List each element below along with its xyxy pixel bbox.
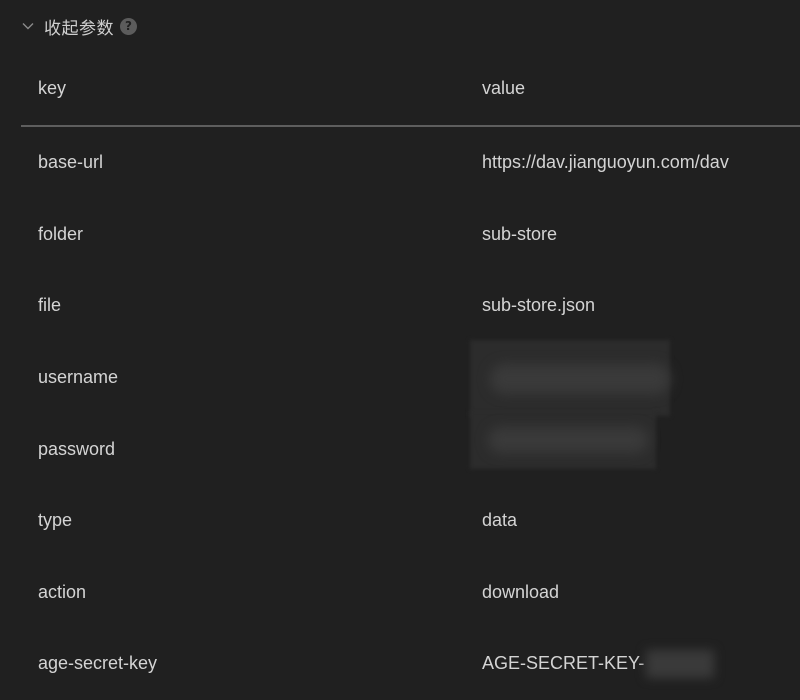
column-header-value: value xyxy=(482,78,526,98)
table-row: username xyxy=(21,339,800,416)
row-key: age-secret-key xyxy=(38,653,158,674)
column-header-key: key xyxy=(38,78,67,98)
secret-key-prefix: AGE-SECRET-KEY- xyxy=(482,653,645,674)
table-row: action download xyxy=(21,557,800,629)
redaction-mask xyxy=(646,649,715,678)
table-row: file sub-store.json xyxy=(21,270,800,342)
row-value: sub-store xyxy=(482,223,558,244)
chevron-down-icon xyxy=(20,18,36,34)
question-circle-icon[interactable]: ? xyxy=(120,17,137,35)
table-row: base-url https://dav.jianguoyun.com/dav xyxy=(21,127,800,199)
row-key: file xyxy=(38,295,62,316)
table-row: age-secret-key AGE-SECRET-KEY- xyxy=(21,628,800,700)
row-value-redacted xyxy=(470,339,800,416)
collapse-params-toggle[interactable]: 收起参数 ? xyxy=(20,12,137,40)
row-key: action xyxy=(38,581,87,602)
redaction-blur xyxy=(488,427,648,454)
row-key: base-url xyxy=(38,152,104,173)
row-value: download xyxy=(482,581,560,602)
row-value: sub-store.json xyxy=(482,295,596,316)
table-row: password xyxy=(21,411,800,485)
row-key: username xyxy=(38,367,119,388)
table-header: key value xyxy=(21,52,800,127)
row-value: https://dav.jianguoyun.com/dav xyxy=(482,152,729,173)
table-row: type data xyxy=(21,485,800,557)
row-key: type xyxy=(38,510,73,531)
row-value-redacted xyxy=(470,411,800,485)
redaction-blur xyxy=(490,363,670,394)
section-title: 收起参数 xyxy=(44,18,114,39)
table-row: folder sub-store xyxy=(21,199,800,271)
params-table: key value base-url https://dav.jianguoyu… xyxy=(21,52,800,700)
row-value-partial: AGE-SECRET-KEY- xyxy=(482,628,800,700)
row-key: folder xyxy=(38,223,84,244)
row-value: data xyxy=(482,510,518,531)
row-key: password xyxy=(38,438,116,459)
